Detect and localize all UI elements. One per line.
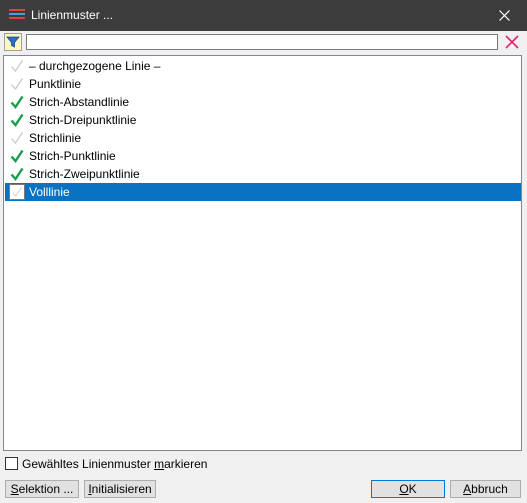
close-icon bbox=[498, 10, 510, 21]
initialize-button[interactable]: Initialisieren bbox=[84, 480, 156, 498]
list-item-label: Volllinie bbox=[29, 185, 70, 199]
filter-funnel-icon bbox=[6, 36, 20, 48]
list-item[interactable]: Strich-Abstandlinie bbox=[5, 93, 521, 111]
filter-bar bbox=[4, 33, 523, 53]
mark-selected-label: Gewähltes Linienmuster markieren bbox=[22, 457, 208, 471]
filter-toggle-button[interactable] bbox=[4, 33, 22, 51]
list-item[interactable]: Strich-Zweipunktlinie bbox=[5, 165, 521, 183]
line-pattern-app-icon bbox=[9, 9, 25, 19]
list-item-label: Strich-Abstandlinie bbox=[29, 95, 130, 109]
mark-selected-checkbox[interactable] bbox=[5, 457, 18, 470]
list-item-label: – durchgezogene Linie – bbox=[29, 59, 161, 73]
title-bar: Linienmuster ... bbox=[0, 0, 527, 31]
filter-input[interactable] bbox=[26, 34, 498, 50]
clear-filter-icon bbox=[505, 35, 519, 49]
list-item-label: Strich-Dreipunktlinie bbox=[29, 113, 137, 127]
list-item-label: Punktlinie bbox=[29, 77, 82, 91]
list-item[interactable]: – durchgezogene Linie – bbox=[5, 57, 521, 75]
ok-button[interactable]: OK bbox=[371, 480, 445, 498]
selection-button[interactable]: Selektion ... bbox=[5, 480, 79, 498]
checkmark-icon[interactable] bbox=[9, 166, 25, 182]
checkmark-icon[interactable] bbox=[9, 94, 25, 110]
checkmark-icon[interactable] bbox=[9, 148, 25, 164]
line-pattern-list[interactable]: – durchgezogene Linie – Punktlinie Stric… bbox=[3, 55, 522, 451]
list-item[interactable]: Strich-Dreipunktlinie bbox=[5, 111, 521, 129]
close-button[interactable] bbox=[481, 0, 527, 31]
list-item[interactable]: Strich-Punktlinie bbox=[5, 147, 521, 165]
checkmark-icon[interactable] bbox=[9, 184, 25, 200]
list-item-label: Strich-Punktlinie bbox=[29, 149, 116, 163]
list-item-label: Strich-Zweipunktlinie bbox=[29, 167, 140, 181]
cancel-button[interactable]: Abbruch bbox=[450, 480, 521, 498]
checkmark-icon[interactable] bbox=[9, 76, 25, 92]
list-item-selected[interactable]: Volllinie bbox=[5, 183, 521, 201]
checkmark-icon[interactable] bbox=[9, 130, 25, 146]
clear-filter-button[interactable] bbox=[503, 33, 521, 51]
window-title: Linienmuster ... bbox=[31, 8, 114, 22]
list-item[interactable]: Strichlinie bbox=[5, 129, 521, 147]
checkmark-icon[interactable] bbox=[9, 58, 25, 74]
list-item[interactable]: Punktlinie bbox=[5, 75, 521, 93]
checkmark-icon[interactable] bbox=[9, 112, 25, 128]
list-item-label: Strichlinie bbox=[29, 131, 82, 145]
